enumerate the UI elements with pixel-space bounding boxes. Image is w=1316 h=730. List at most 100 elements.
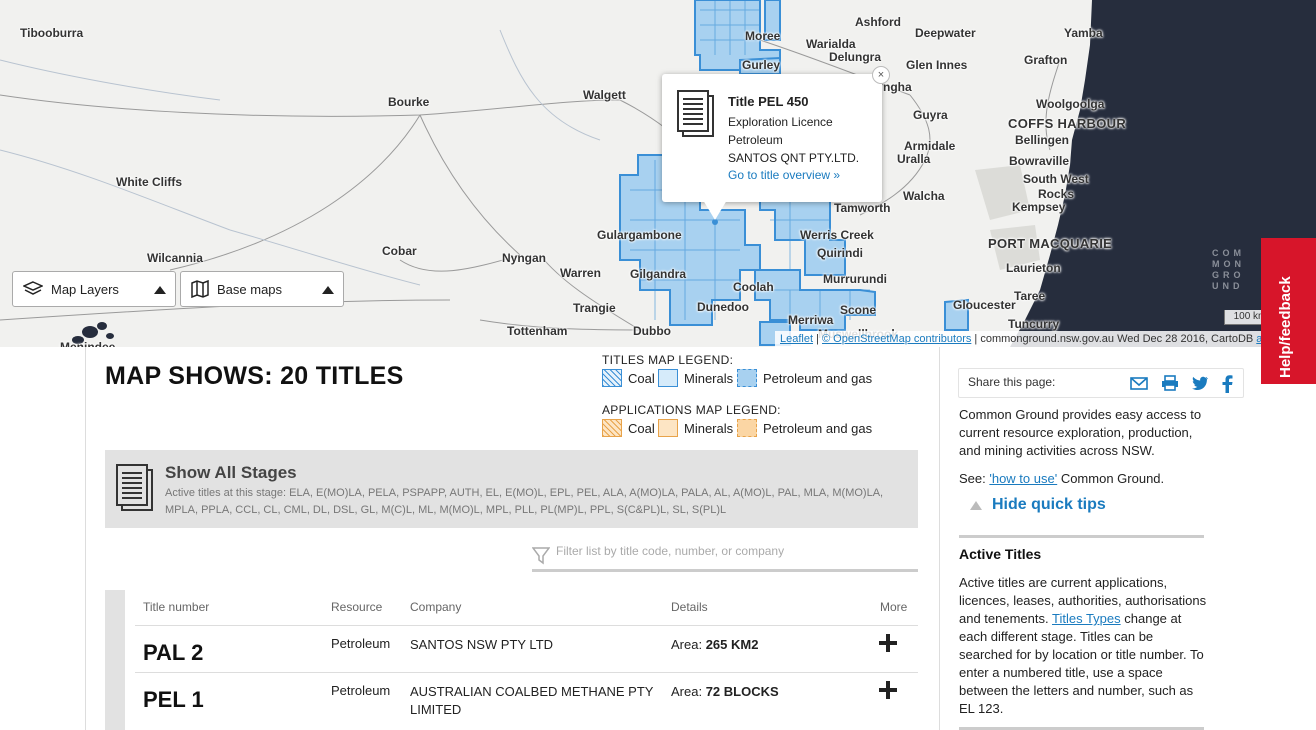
print-icon[interactable] (1161, 375, 1179, 396)
col-company[interactable]: Company (410, 600, 461, 614)
place-label: Uralla (897, 152, 931, 166)
expand-plus-icon[interactable] (879, 681, 897, 699)
title-code[interactable]: PAL 2 (143, 640, 203, 666)
place-label: Werris Creek (800, 228, 874, 242)
place-label: Warialda (806, 37, 856, 51)
place-label: South West (1023, 172, 1089, 186)
legend-title-coal: Coal (602, 369, 655, 387)
table-scroll-bar[interactable] (105, 590, 125, 730)
place-label: Taree (1014, 289, 1046, 303)
place-label: Ashford (855, 15, 901, 29)
filter-icon (531, 547, 551, 570)
map-attribution: Leaflet | © OpenStreetMap contributors |… (775, 331, 1310, 347)
petroleum-app-swatch (737, 419, 757, 437)
how-to-use-link[interactable]: 'how to use' (989, 471, 1057, 486)
caret-up-icon (322, 286, 334, 294)
title-company: SANTOS NSW PTY LTD (410, 637, 554, 652)
place-label: Guyra (913, 108, 948, 122)
base-maps-button[interactable]: Base maps (180, 271, 344, 307)
email-icon[interactable] (1130, 375, 1148, 396)
place-label: Rocks (1038, 187, 1075, 201)
place-label: Gulargambone (597, 228, 682, 242)
place-label: Kempsey (1012, 200, 1066, 214)
twitter-icon[interactable] (1191, 375, 1209, 396)
map-layers-label: Map Layers (51, 281, 119, 297)
share-label: Share this page: (968, 375, 1056, 389)
petroleum-swatch (737, 369, 757, 387)
show-all-stages[interactable]: Show All Stages Active titles at this st… (105, 450, 918, 528)
place-label: Moree (745, 29, 781, 43)
help-feedback-tab[interactable]: Help/feedback (1261, 238, 1316, 384)
place-label: Dubbo (633, 324, 671, 338)
title-details: Area: 265 KM2 (671, 637, 759, 652)
active-titles-heading: Active Titles (959, 546, 1042, 562)
help-feedback-label: Help/feedback (1277, 276, 1294, 378)
document-icon (676, 90, 716, 143)
titles-types-link[interactable]: Titles Types (1052, 611, 1121, 626)
hide-quick-tips-label: Hide quick tips (992, 496, 1106, 513)
map-layers-button[interactable]: Map Layers (12, 271, 176, 307)
place-label: Scone (840, 303, 877, 317)
filter-bar (531, 540, 918, 572)
map[interactable]: Tibooburra Bourke White Cliffs Wilcannia Cob… (0, 0, 1316, 347)
legend-app-minerals: Minerals (658, 419, 733, 437)
title-code[interactable]: PEL 1 (143, 687, 204, 713)
place-label: Bellingen (1015, 133, 1070, 147)
stages-title: Show All Stages (165, 463, 297, 482)
place-label: White Cliffs (116, 175, 182, 189)
popup-close-button[interactable]: × (872, 66, 890, 84)
col-details[interactable]: Details (671, 600, 708, 614)
place-label: Tamworth (834, 201, 891, 215)
triangle-up-icon (970, 500, 982, 510)
title-overview-link[interactable]: Go to title overview » (728, 168, 840, 182)
place-label: Laurieton (1006, 261, 1061, 275)
popup-resource: Petroleum (728, 133, 783, 147)
legend-app-petroleum: Petroleum and gas (737, 419, 872, 437)
title-resource: Petroleum (331, 636, 391, 651)
place-label: Warren (560, 266, 601, 280)
minerals-app-swatch (658, 419, 678, 437)
applications-legend-heading: APPLICATIONS MAP LEGEND: (602, 403, 781, 417)
filter-input[interactable] (556, 544, 896, 558)
layers-icon (23, 281, 43, 297)
legend-title-minerals: Minerals (658, 369, 733, 387)
place-label: Yamba (1064, 26, 1103, 40)
facebook-icon[interactable] (1221, 375, 1233, 398)
table-row[interactable]: PAL 2 Petroleum SANTOS NSW PTY LTD Area:… (135, 625, 918, 672)
table-row[interactable]: PEL 1 Petroleum AUSTRALIAN COALBED METHA… (135, 672, 918, 719)
popup-licence-type: Exploration Licence (728, 115, 833, 129)
place-label: Tibooburra (20, 26, 84, 40)
hide-quick-tips-button[interactable]: Hide quick tips (970, 496, 1106, 514)
place-label: Armidale (904, 139, 956, 153)
popup-tip (703, 200, 727, 220)
leaflet-link[interactable]: Leaflet (780, 333, 813, 345)
place-label: Walcha (903, 189, 945, 203)
place-label: Dunedoo (697, 300, 749, 314)
common-ground-logo: COM MON GRO UND (1212, 248, 1245, 291)
place-label: Grafton (1024, 53, 1068, 67)
divider (959, 535, 1204, 538)
share-bar: Share this page: (958, 368, 1244, 398)
place-label: Merriwa (788, 313, 834, 327)
minerals-swatch (658, 369, 678, 387)
place-label: Trangie (573, 301, 616, 315)
title-details: Area: 72 BLOCKS (671, 684, 779, 699)
page-title: MAP SHOWS: 20 TITLES (105, 362, 404, 390)
title-resource: Petroleum (331, 683, 391, 698)
place-label: Tottenham (507, 324, 568, 338)
place-label: Quirindi (817, 246, 863, 260)
place-label: Tuncurry (1008, 317, 1060, 331)
coal-app-swatch (602, 419, 622, 437)
titles-table: Title number Resource Company Details Mo… (105, 590, 918, 730)
coal-swatch (602, 369, 622, 387)
titles-legend-heading: TITLES MAP LEGEND: (602, 353, 734, 367)
col-resource[interactable]: Resource (331, 600, 382, 614)
col-title-number[interactable]: Title number (143, 600, 209, 614)
place-label: Nyngan (502, 251, 547, 265)
place-label: COFFS HARBOUR (1008, 116, 1127, 131)
osm-link[interactable]: © OpenStreetMap contributors (822, 333, 971, 345)
expand-plus-icon[interactable] (879, 634, 897, 652)
place-label: Walgett (583, 88, 626, 102)
place-label: Coolah (733, 280, 774, 294)
place-label: Glen Innes (906, 58, 968, 72)
